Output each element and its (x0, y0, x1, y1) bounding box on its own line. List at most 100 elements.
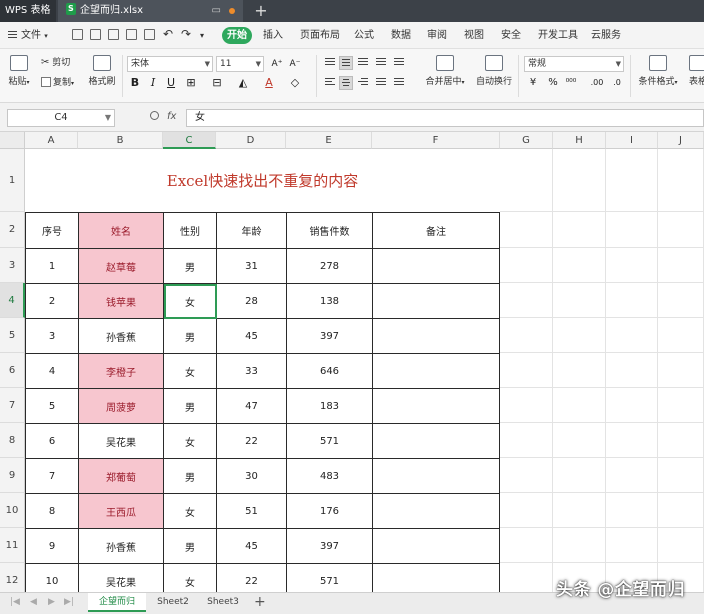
header-cell[interactable]: 序号 (25, 212, 79, 249)
redo-icon[interactable]: ↷ (181, 26, 191, 42)
table-cell[interactable] (372, 563, 500, 592)
table-cell[interactable]: 孙香蕉 (78, 318, 164, 354)
wrap-text-button[interactable]: 自动换行 (474, 55, 514, 87)
table-cell[interactable]: 8 (25, 493, 79, 529)
row-header-5[interactable]: 5 (0, 318, 25, 353)
tab-developer[interactable]: 开发工具 (538, 28, 578, 44)
thousands-icon[interactable]: ⁰⁰⁰ (564, 76, 578, 90)
tab-formulas[interactable]: 公式 (354, 28, 374, 44)
percent-icon[interactable]: % (546, 76, 560, 90)
header-cell[interactable]: 销售件数 (286, 212, 373, 249)
table-cell[interactable]: 男 (163, 458, 217, 494)
table-cell[interactable]: 22 (216, 423, 287, 459)
table-cell[interactable]: 吴花果 (78, 423, 164, 459)
header-cell[interactable]: 姓名 (78, 212, 164, 249)
column-header-i[interactable]: I (606, 132, 658, 149)
table-cell[interactable]: 278 (286, 248, 373, 284)
decrease-font-icon[interactable]: A⁻ (288, 57, 302, 71)
align-left-icon[interactable] (323, 76, 337, 90)
table-cell[interactable]: 30 (216, 458, 287, 494)
table-cell[interactable]: 李橙子 (78, 353, 164, 389)
table-cell[interactable]: 吴花果 (78, 563, 164, 592)
table-cell[interactable]: 7 (25, 458, 79, 494)
tab-insert[interactable]: 插入 (263, 28, 283, 44)
tab-data[interactable]: 数据 (391, 28, 411, 44)
column-header-g[interactable]: G (500, 132, 553, 149)
table-cell[interactable]: 4 (25, 353, 79, 389)
row-header-11[interactable]: 11 (0, 528, 25, 563)
distributed-icon[interactable] (392, 76, 406, 90)
tab-review[interactable]: 审阅 (427, 28, 447, 44)
row-header-1[interactable]: 1 (0, 149, 25, 212)
table-cell[interactable] (372, 458, 500, 494)
row-header-10[interactable]: 10 (0, 493, 25, 528)
table-cell[interactable]: 女 (163, 283, 217, 319)
search-icon[interactable] (150, 111, 159, 120)
table-cell[interactable]: 31 (216, 248, 287, 284)
row-header-7[interactable]: 7 (0, 388, 25, 423)
table-cell[interactable]: 男 (163, 388, 217, 424)
outdent-icon[interactable] (392, 56, 406, 70)
table-cell[interactable]: 51 (216, 493, 287, 529)
row-header-4[interactable]: 4 (0, 283, 25, 318)
align-right-icon[interactable] (356, 76, 370, 90)
increase-font-icon[interactable]: A⁺ (270, 57, 284, 71)
table-cell[interactable] (372, 248, 500, 284)
table-cell[interactable]: 22 (216, 563, 287, 592)
prev-sheet-icon[interactable]: ◀ (30, 597, 37, 607)
column-header-e[interactable]: E (286, 132, 372, 149)
tab-security[interactable]: 安全 (501, 28, 521, 44)
fill-color-icon[interactable]: ◭ (236, 76, 250, 90)
align-top-icon[interactable] (323, 56, 337, 70)
header-cell[interactable]: 年龄 (216, 212, 287, 249)
row-header-3[interactable]: 3 (0, 248, 25, 283)
column-header-f[interactable]: F (372, 132, 500, 149)
table-cell[interactable] (372, 528, 500, 564)
table-cell[interactable] (372, 318, 500, 354)
table-style-button[interactable]: 表格 (683, 55, 704, 87)
open-icon[interactable] (72, 29, 83, 40)
paste-button[interactable]: 粘贴▾ (8, 55, 30, 87)
table-cell[interactable]: 10 (25, 563, 79, 592)
grid-icon[interactable]: ⊟ (210, 76, 224, 90)
font-color-icon[interactable]: A (262, 76, 276, 90)
new-tab-icon[interactable]: + (253, 0, 269, 22)
font-size-select[interactable]: 11 ▼ (216, 56, 264, 72)
decrease-decimal-icon[interactable]: .0 (608, 76, 626, 90)
sheet-tab-1[interactable]: 企望而归 (88, 593, 146, 612)
table-cell[interactable]: 483 (286, 458, 373, 494)
window-mode-icon[interactable]: ▭ (212, 0, 221, 22)
table-cell[interactable]: 176 (286, 493, 373, 529)
sheet-title-cell[interactable]: Excel快速找出不重复的内容 (26, 150, 499, 212)
tab-view[interactable]: 视图 (464, 28, 484, 44)
row-header-12[interactable]: 12 (0, 563, 25, 592)
tab-home[interactable]: 开始 (222, 27, 252, 44)
app-tab[interactable]: WPS 表格 (0, 0, 56, 22)
table-cell[interactable]: 397 (286, 318, 373, 354)
sheet-tab-3[interactable]: Sheet3 (200, 593, 246, 612)
italic-button[interactable]: I (146, 76, 160, 90)
table-cell[interactable]: 47 (216, 388, 287, 424)
increase-decimal-icon[interactable]: .00 (588, 76, 606, 90)
add-sheet-icon[interactable]: + (254, 593, 266, 612)
sheet-tab-2[interactable]: Sheet2 (150, 593, 196, 612)
table-cell[interactable]: 1 (25, 248, 79, 284)
table-cell[interactable] (372, 353, 500, 389)
print-icon[interactable] (126, 29, 137, 40)
table-cell[interactable]: 男 (163, 528, 217, 564)
align-middle-icon[interactable] (339, 56, 353, 70)
save-icon[interactable] (90, 29, 101, 40)
table-cell[interactable]: 33 (216, 353, 287, 389)
column-header-a[interactable]: A (25, 132, 78, 149)
tab-page-layout[interactable]: 页面布局 (300, 28, 340, 44)
table-cell[interactable] (372, 423, 500, 459)
table-cell[interactable]: 28 (216, 283, 287, 319)
name-box[interactable]: C4 ▼ (7, 109, 115, 127)
borders-icon[interactable]: ⊞ (184, 76, 198, 90)
table-cell[interactable]: 571 (286, 423, 373, 459)
table-cell[interactable]: 女 (163, 493, 217, 529)
next-sheet-icon[interactable]: ▶ (48, 597, 55, 607)
indent-icon[interactable] (374, 56, 388, 70)
table-cell[interactable]: 周菠萝 (78, 388, 164, 424)
table-cell[interactable]: 138 (286, 283, 373, 319)
